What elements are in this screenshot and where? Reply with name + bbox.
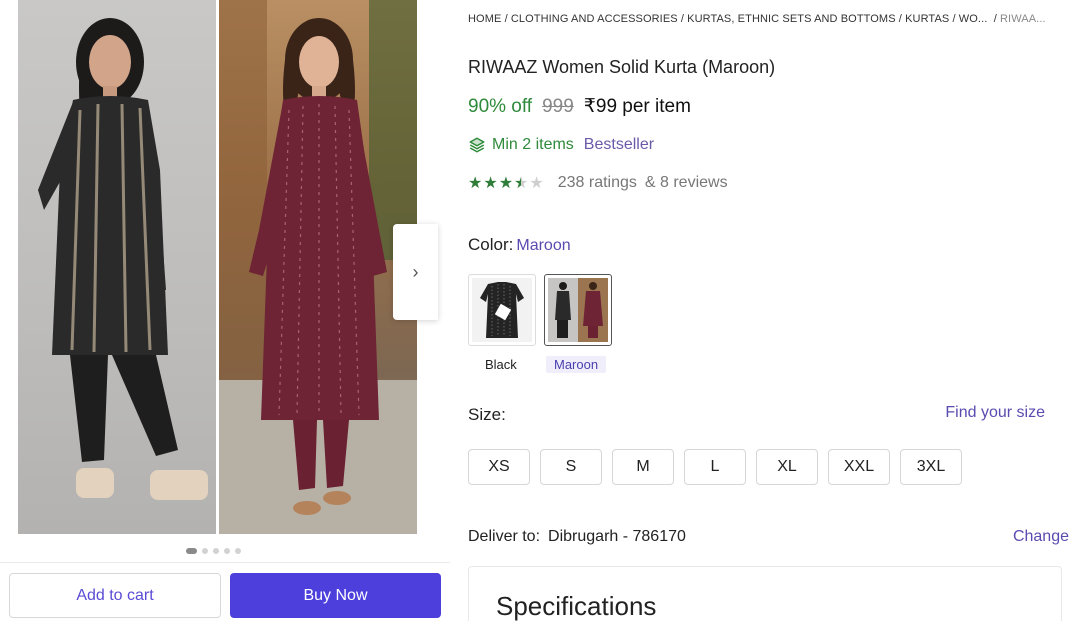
product-gallery: › Add to cart Buy Now <box>0 0 450 621</box>
rating-row[interactable]: ★ ★ ★ ★ ★ 238 ratings & 8 reviews <box>468 173 728 193</box>
breadcrumb-item-current: RIWAA... <box>1000 13 1046 25</box>
buy-now-button[interactable]: Buy Now <box>230 573 441 618</box>
breadcrumb-item-kurtas-ethnic[interactable]: KURTAS, ETHNIC SETS AND BOTTOMS <box>687 13 895 25</box>
pagination-dot[interactable] <box>224 548 230 554</box>
image-pagination <box>186 548 241 554</box>
size-option-s[interactable]: S <box>540 449 602 485</box>
size-options: XS S M L XL XXL 3XL <box>468 449 962 485</box>
pagination-dot[interactable] <box>186 548 197 554</box>
deliver-to-label: Deliver to: <box>468 528 541 545</box>
size-option-xxl[interactable]: XXL <box>828 449 890 485</box>
specifications-heading: Specifications <box>496 591 657 621</box>
pagination-dot[interactable] <box>213 548 219 554</box>
specifications-card: Specifications <box>468 566 1062 621</box>
color-option-black-label[interactable]: Black <box>477 356 525 373</box>
star-icon: ★ <box>498 175 514 192</box>
bestseller-badge: Bestseller <box>583 136 655 153</box>
breadcrumb-separator: / <box>680 13 685 25</box>
discount-percent: 90% off <box>468 96 533 117</box>
add-to-cart-button[interactable]: Add to cart <box>9 573 221 618</box>
star-empty-icon: ★ <box>529 175 544 192</box>
breadcrumb-item-women[interactable]: WO... <box>959 13 988 25</box>
star-rating: ★ ★ ★ ★ ★ <box>468 173 544 193</box>
breadcrumb-item-clothing[interactable]: CLOTHING AND ACCESSORIES <box>511 13 678 25</box>
color-label: Color: <box>468 235 514 254</box>
product-image-maroon-kurta[interactable] <box>219 0 417 534</box>
star-icon: ★ <box>468 175 483 192</box>
star-half-icon: ★ <box>514 175 529 192</box>
product-details: HOME / CLOTHING AND ACCESSORIES / KURTAS… <box>468 0 1080 621</box>
pagination-dot[interactable] <box>202 548 208 554</box>
color-swatch-black[interactable] <box>468 274 536 346</box>
size-option-l[interactable]: L <box>684 449 746 485</box>
color-swatch-maroon[interactable] <box>544 274 612 346</box>
breadcrumb-separator: / <box>504 13 508 25</box>
find-your-size-link[interactable]: Find your size <box>945 404 1045 422</box>
star-icon: ★ <box>483 175 498 192</box>
delivery-pincode: Dibrugarh - 786170 <box>548 528 686 545</box>
breadcrumb: HOME / CLOTHING AND ACCESSORIES / KURTAS… <box>468 13 1046 25</box>
breadcrumb-item-home[interactable]: HOME <box>468 13 501 25</box>
purchase-action-bar: Add to cart Buy Now <box>0 562 450 621</box>
layers-icon <box>468 136 486 154</box>
price-row: 90% off 999 ₹99 per item <box>468 95 691 118</box>
breadcrumb-item-kurtas[interactable]: KURTAS <box>905 13 949 25</box>
color-section-label: Color: Maroon <box>468 235 571 255</box>
size-option-xl[interactable]: XL <box>756 449 818 485</box>
size-option-3xl[interactable]: 3XL <box>900 449 962 485</box>
breadcrumb-separator: / <box>898 13 902 25</box>
pagination-dot[interactable] <box>235 548 241 554</box>
original-price: 999 <box>542 96 574 117</box>
offer-badges: Min 2 items Bestseller <box>468 136 654 154</box>
reviews-count[interactable]: & 8 reviews <box>645 174 728 192</box>
selected-color-value: Maroon <box>516 237 571 254</box>
size-option-m[interactable]: M <box>612 449 674 485</box>
next-image-arrow-icon[interactable]: › <box>393 224 438 320</box>
ratings-count: 238 ratings <box>557 174 637 191</box>
product-image-black-kurta[interactable] <box>18 0 216 534</box>
selling-price: ₹99 per item <box>583 96 691 117</box>
delivery-location: Deliver to: Dibrugarh - 786170 <box>468 528 686 546</box>
change-location-link[interactable]: Change <box>1013 528 1069 546</box>
breadcrumb-separator: / <box>993 13 997 25</box>
breadcrumb-separator: / <box>952 13 956 25</box>
product-title: RIWAAZ Women Solid Kurta (Maroon) <box>468 57 776 77</box>
size-option-xs[interactable]: XS <box>468 449 530 485</box>
size-section-label: Size: <box>468 405 506 424</box>
color-option-maroon-label[interactable]: Maroon <box>546 356 607 373</box>
min-items-label: Min 2 items <box>492 136 574 153</box>
